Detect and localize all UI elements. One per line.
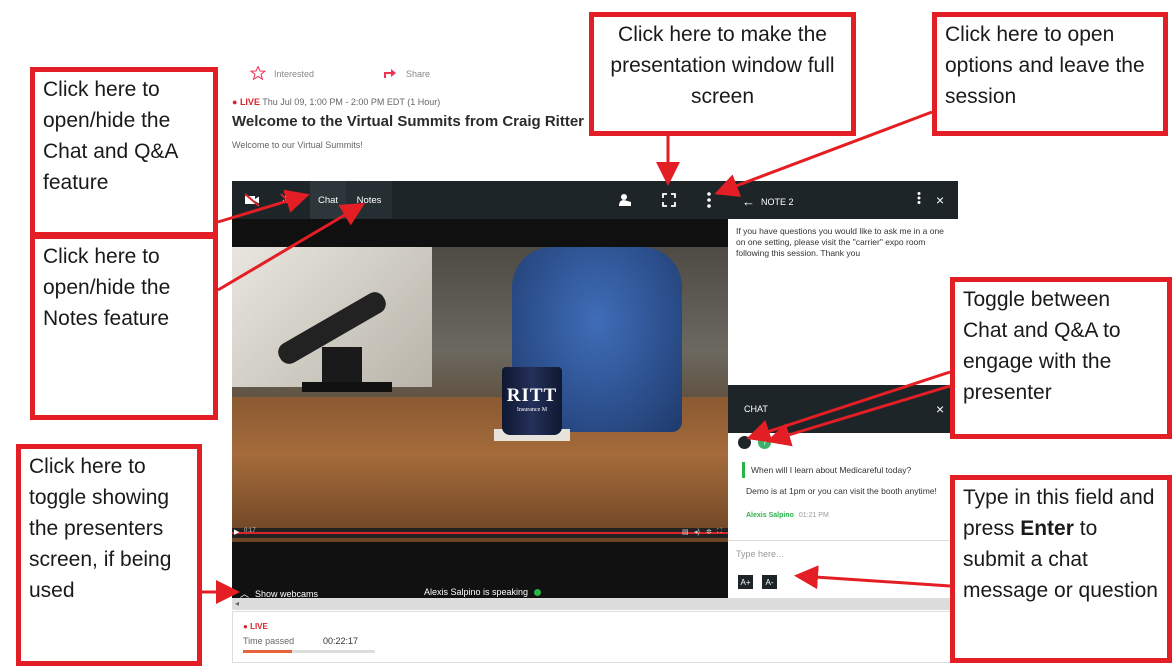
chat-author: Alexis Salpino [746,512,794,519]
fullscreen-icon[interactable] [662,193,676,212]
play-icon[interactable]: ▶ [234,528,239,536]
share-button[interactable]: Share [382,66,430,82]
chat-question: When will I learn about Medicareful toda… [742,462,954,478]
font-decrease-button[interactable]: A- [762,575,777,589]
volume-icon[interactable]: ◂) [694,528,700,536]
camera-off-icon[interactable] [244,193,260,212]
note-title: NOTE 2 [761,196,794,207]
page-subtitle: Welcome to our Virtual Summits! [232,140,363,150]
time-passed-fill [243,650,292,653]
chat-header: CHAT × [728,385,958,433]
note-more-icon[interactable] [916,191,922,210]
footer-live-badge: LIVE [250,622,268,631]
session-schedule: ● LIVE Thu Jul 09, 1:00 PM - 2:00 PM EDT… [232,97,441,107]
chat-answer: Demo is at 1pm or you can visit the boot… [746,486,937,496]
show-webcams-label: Show webcams [255,588,319,599]
speaking-label: Alexis Salpino is speaking [424,587,529,597]
share-label: Share [406,69,431,79]
time-left: 0:17 [244,528,256,534]
chat-title: CHAT [744,404,768,414]
schedule-time: Thu Jul 09, 1:00 PM - 2:00 PM [262,97,385,107]
font-increase-button[interactable]: A+ [738,575,753,589]
live-badge: LIVE [239,97,260,107]
close-panel-icon[interactable]: × [936,192,944,208]
tab-notes[interactable]: Notes [346,181,392,219]
qa-mode-icon[interactable]: ? [758,436,771,449]
video-fullscreen-icon[interactable]: ⛶ [717,528,722,536]
branded-mug: RITT Insurance M [502,367,562,435]
schedule-timezone: EDT [386,97,405,107]
time-passed-track [243,650,375,653]
captions-icon[interactable]: ▤ [682,528,689,536]
speaking-indicator: Alexis Salpino is speaking [424,587,542,597]
callout-notes: Click here to open/hide the Notes featur… [30,234,218,420]
chat-close-icon[interactable]: × [936,401,944,417]
share-icon [382,66,398,82]
callout-type-message: Type in this field and press Enter to su… [950,475,1172,663]
microphone-icon [278,292,392,392]
interested-button[interactable]: Interested [249,65,315,82]
callout-toggle-screen: Click here to toggle showing the present… [16,444,202,666]
video-progress-bar[interactable]: ▶ 0:17 ▤ ◂) ✲ ⛶ [232,528,728,538]
callout-chat-qa: Click here to open/hide the Chat and Q&A… [30,67,218,237]
scroll-left-icon[interactable]: ◂ [235,599,239,608]
settings-icon[interactable]: ✲ [706,528,712,536]
callout-options: Click here to open options and leave the… [932,12,1168,136]
callout-type-key: Enter [1020,517,1074,540]
note-body: If you have questions you would like to … [736,226,944,258]
interested-label: Interested [274,69,315,79]
chat-mode-icon[interactable] [738,436,751,449]
callout-toggle-chat: Toggle between Chat and Q&A to engage wi… [950,277,1172,439]
session-status: ● LIVE Time passed 00:22:17 [232,611,958,663]
chat-time: 01:21 PM [798,512,829,519]
more-options-icon[interactable] [706,191,712,214]
chat-input-placeholder: Type here... [736,549,784,559]
tab-chat[interactable]: Chat [310,181,346,219]
mug-subtext: Insurance M [516,407,548,413]
page-title: Welcome to the Virtual Summits from Crai… [232,113,585,130]
mug-text: RITT [506,385,558,406]
time-passed-value: 00:22:17 [323,636,359,646]
mic-off-icon[interactable] [280,193,294,212]
star-icon [249,65,267,82]
speaking-dot-icon [534,588,542,596]
progress-track [232,532,728,534]
schedule-duration: (1 Hour) [407,97,441,107]
callout-fullscreen: Click here to make the presentation wind… [589,12,856,136]
note-header: ← NOTE 2 [742,194,794,209]
horizontal-scrollbar[interactable]: ◂ [232,598,958,610]
presenter-icon[interactable] [618,193,632,212]
back-arrow-icon[interactable]: ← [742,194,755,209]
chat-input[interactable]: Type here... [728,540,958,571]
footer-live: ● LIVE [243,622,268,631]
chat-meta: Alexis Salpino 01:21 PM [746,512,829,519]
time-passed-label: Time passed [243,636,295,646]
presenter-video[interactable]: RITT Insurance M [232,247,728,542]
